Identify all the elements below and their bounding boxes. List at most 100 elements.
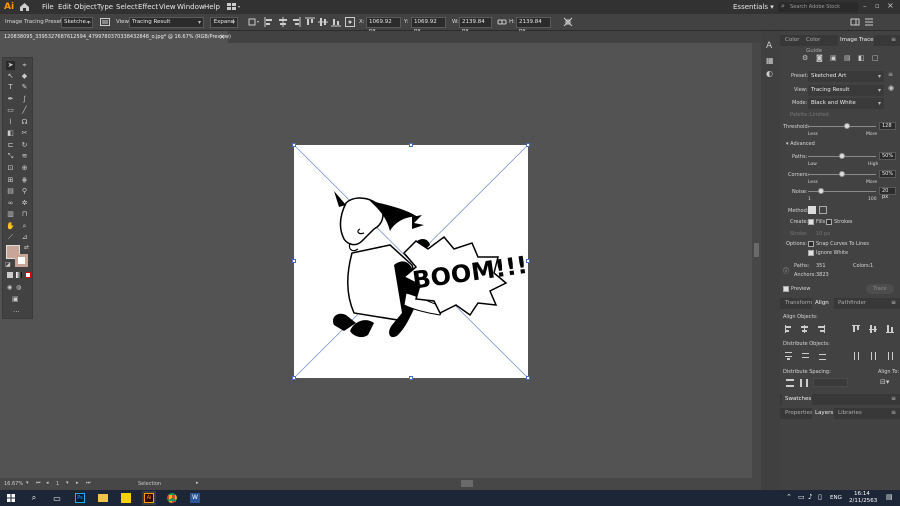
paintbrush-tool-icon[interactable]: ⌇ bbox=[6, 118, 15, 127]
windows-start-icon[interactable] bbox=[4, 491, 18, 505]
draw-mode-icon[interactable]: ◉ bbox=[7, 284, 12, 291]
artboard-dropdown-icon[interactable]: ▾ bbox=[66, 480, 69, 486]
horizontal-scroll-thumb[interactable] bbox=[461, 480, 473, 487]
black-white-preset-icon[interactable]: ◧ bbox=[858, 54, 866, 62]
preview-checkbox[interactable] bbox=[783, 286, 789, 292]
tab-libraries[interactable]: Libraries bbox=[836, 408, 864, 419]
menu-view[interactable]: View bbox=[159, 0, 176, 14]
swatches-options-icon[interactable]: ≡ bbox=[891, 395, 896, 402]
menu-select[interactable]: Select bbox=[116, 0, 138, 14]
trace-preset-dropdown[interactable]: Sketched Art bbox=[808, 71, 884, 82]
stroke-swatch[interactable] bbox=[15, 254, 28, 267]
preset-dropdown[interactable]: Sketche... bbox=[61, 17, 93, 28]
ignore-white-checkbox[interactable] bbox=[808, 250, 814, 256]
gradient-tool-icon[interactable]: ▤ bbox=[6, 187, 15, 196]
panel-menu-icon[interactable] bbox=[864, 17, 874, 27]
selection-handle[interactable] bbox=[526, 143, 530, 147]
paths-field[interactable]: 50% bbox=[879, 152, 896, 160]
transform-reference-icon[interactable] bbox=[345, 17, 355, 27]
w-field[interactable]: 2139.84 px bbox=[459, 17, 492, 34]
file-explorer-taskbar-icon[interactable] bbox=[96, 491, 110, 505]
zoom-level[interactable]: 16.67% bbox=[4, 481, 23, 487]
search-input[interactable]: Search Adobe Stock bbox=[790, 4, 840, 10]
graph-tool-icon[interactable]: ▥ bbox=[6, 210, 15, 219]
pen-tool-icon[interactable]: ✒ bbox=[6, 95, 15, 104]
spacing-field[interactable] bbox=[813, 378, 848, 387]
width-tool-icon[interactable]: ⊏ bbox=[6, 141, 15, 150]
traced-artwork[interactable]: BOOM!!! bbox=[293, 144, 529, 379]
artboard-nav-next-icon[interactable]: ▸ bbox=[76, 480, 79, 486]
align-center-icon[interactable] bbox=[278, 17, 288, 27]
constrain-link-icon[interactable] bbox=[497, 17, 507, 27]
noise-slider-knob[interactable] bbox=[817, 188, 824, 194]
tab-properties[interactable]: Properties bbox=[782, 408, 813, 419]
document-tab[interactable]: 120838095_3395327687612594_4799780370338… bbox=[0, 31, 231, 43]
fills-checkbox[interactable] bbox=[808, 219, 814, 225]
arrange-documents-icon[interactable] bbox=[227, 3, 241, 11]
align-to-dropdown[interactable]: ⊟▾ bbox=[880, 378, 889, 386]
pencil-tool-icon[interactable]: ✎ bbox=[20, 83, 29, 92]
artboard-nav-first-icon[interactable]: ⏮ bbox=[36, 480, 41, 486]
task-view-icon[interactable]: ▭ bbox=[50, 491, 64, 505]
distribute-horizontal-spacing-icon[interactable] bbox=[800, 379, 808, 387]
align-middle-icon[interactable] bbox=[318, 17, 328, 27]
illustrator-taskbar-icon[interactable]: Ai bbox=[142, 491, 156, 505]
strokes-checkbox[interactable] bbox=[826, 219, 832, 225]
align-top-icon[interactable] bbox=[305, 17, 315, 27]
tab-image-trace[interactable]: Image Trace bbox=[838, 35, 874, 46]
threshold-slider-track[interactable] bbox=[808, 126, 876, 127]
selection-handle[interactable] bbox=[526, 376, 530, 380]
document-tab-close-icon[interactable]: × bbox=[219, 31, 225, 43]
stock-search[interactable]: ⌕ Search Adobe Stock bbox=[778, 2, 858, 12]
distribute-vertical-spacing-icon[interactable] bbox=[786, 379, 794, 387]
language-indicator[interactable]: ENG bbox=[830, 495, 842, 501]
trace-view-dropdown[interactable]: Tracing Result bbox=[808, 85, 884, 96]
rotate-tool-icon[interactable]: ↻ bbox=[20, 141, 29, 150]
hand-tool-icon[interactable]: ✋ bbox=[6, 222, 15, 231]
align-panel-options-icon[interactable]: ≡ bbox=[891, 299, 896, 306]
image-trace-panel-icon[interactable] bbox=[100, 17, 110, 27]
y-field[interactable]: 1069.92 px bbox=[411, 17, 446, 34]
x-field[interactable]: 1069.92 px bbox=[366, 17, 401, 34]
warp-tool-icon[interactable]: ≋ bbox=[20, 152, 29, 161]
selection-handle[interactable] bbox=[409, 143, 413, 147]
restore-button[interactable]: ▫ bbox=[875, 2, 880, 10]
type-tool-icon[interactable]: T bbox=[6, 83, 15, 92]
align-bottom-icon[interactable] bbox=[331, 17, 341, 27]
tab-align[interactable]: Align bbox=[812, 298, 834, 309]
menu-file[interactable]: File bbox=[42, 0, 54, 14]
free-transform-tool-icon[interactable]: ⊡ bbox=[6, 164, 15, 173]
screen-mode-icon[interactable]: ▣ bbox=[12, 295, 19, 303]
artboard[interactable]: BOOM!!! bbox=[292, 143, 530, 380]
menu-edit[interactable]: Edit bbox=[58, 0, 72, 14]
high-color-preset-icon[interactable]: ◙ bbox=[816, 54, 824, 62]
tray-chevron-icon[interactable]: ⌃ bbox=[786, 493, 792, 501]
direct-select-arrow-icon[interactable]: ↖ bbox=[6, 72, 15, 81]
chrome-taskbar-icon[interactable] bbox=[165, 491, 179, 505]
perspective-grid-tool-icon[interactable]: ⊞ bbox=[6, 176, 15, 185]
notifications-icon[interactable]: ▤ bbox=[886, 493, 893, 501]
properties-panel-icon[interactable]: A bbox=[766, 41, 772, 51]
artboard-nav-last-icon[interactable]: ⏭ bbox=[86, 480, 91, 486]
method-overlapping-icon[interactable] bbox=[819, 206, 827, 214]
align-right-icon[interactable] bbox=[291, 17, 301, 27]
curvature-tool-icon[interactable]: ∫ bbox=[20, 95, 29, 104]
selection-handle[interactable] bbox=[292, 143, 296, 147]
none-mode-icon[interactable] bbox=[25, 272, 31, 278]
advanced-toggle[interactable]: ▾ Advanced bbox=[786, 141, 815, 147]
layers-options-icon[interactable]: ≡ bbox=[891, 409, 896, 416]
expand-button[interactable]: Expand bbox=[210, 17, 238, 28]
trace-button[interactable]: Trace bbox=[866, 284, 894, 294]
outline-preset-icon[interactable]: □ bbox=[872, 54, 880, 62]
sticky-notes-taskbar-icon[interactable] bbox=[119, 491, 133, 505]
tab-swatches[interactable]: Swatches bbox=[782, 394, 812, 405]
corners-field[interactable]: 50% bbox=[879, 170, 896, 178]
default-colors-icon[interactable]: ◪ bbox=[5, 261, 11, 268]
selection-handle[interactable] bbox=[292, 259, 296, 263]
rectangle-tool-icon[interactable]: ▭ bbox=[6, 106, 15, 115]
auto-color-preset-icon[interactable]: ⚙ bbox=[802, 54, 810, 62]
libraries-panel-icon[interactable]: ▦ bbox=[766, 56, 774, 65]
swap-fill-stroke-icon[interactable]: ⇄ bbox=[24, 244, 29, 251]
menu-effect[interactable]: Effect bbox=[138, 0, 158, 14]
tab-transform[interactable]: Transform bbox=[782, 298, 812, 309]
